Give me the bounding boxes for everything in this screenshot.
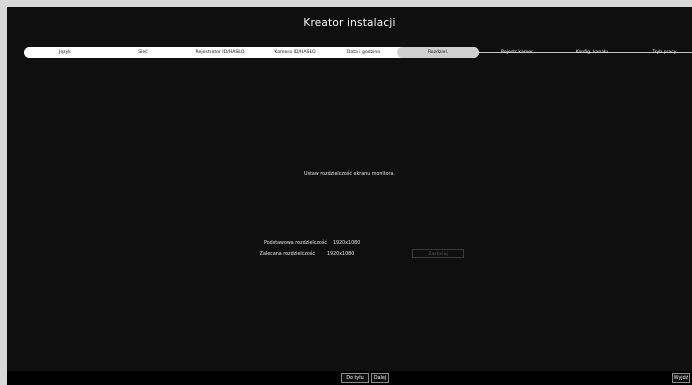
step-operation-mode: Tryb pracy	[652, 50, 677, 55]
installation-wizard-screen: Kreator instalacji Język Sieć Rejestrato…	[7, 7, 692, 385]
step-resolution: Rozdziel.	[427, 50, 449, 55]
step-camera-credentials: Kamera ID/HASŁO	[274, 50, 316, 55]
exit-button[interactable]: Wyjdź	[672, 373, 690, 383]
recommended-resolution-value: 1920x1080	[327, 252, 355, 257]
step-recorder-credentials: Rejestrator ID/HASŁO	[195, 50, 245, 55]
resolution-instruction: Ustaw rozdzielczość ekranu monitora.	[303, 172, 395, 177]
step-date-time: Data i godzina	[346, 50, 381, 55]
apply-button[interactable]: Zastosuj	[412, 249, 464, 258]
basic-resolution-value: 1920x1080	[333, 241, 361, 246]
basic-resolution-label: Podstawowa rozdzielczość	[264, 241, 327, 246]
wizard-steps-bar: Język Sieć Rejestrator ID/HASŁO Kamera I…	[24, 47, 692, 58]
wizard-title: Kreator instalacji	[303, 17, 396, 29]
step-language: Język	[59, 50, 71, 55]
recommended-resolution-label: Zalecana rozdzielczość	[259, 252, 315, 257]
back-button[interactable]: Do tyłu	[341, 373, 369, 383]
step-camera-registration: Rejestr kamer	[500, 50, 534, 55]
step-network: Sieć	[138, 50, 148, 55]
next-button[interactable]: Dalej	[371, 373, 389, 383]
bottom-bar: Do tyłu Dalej Wyjdź	[7, 371, 692, 385]
step-channel-config: Konfig. kanału	[575, 50, 609, 55]
